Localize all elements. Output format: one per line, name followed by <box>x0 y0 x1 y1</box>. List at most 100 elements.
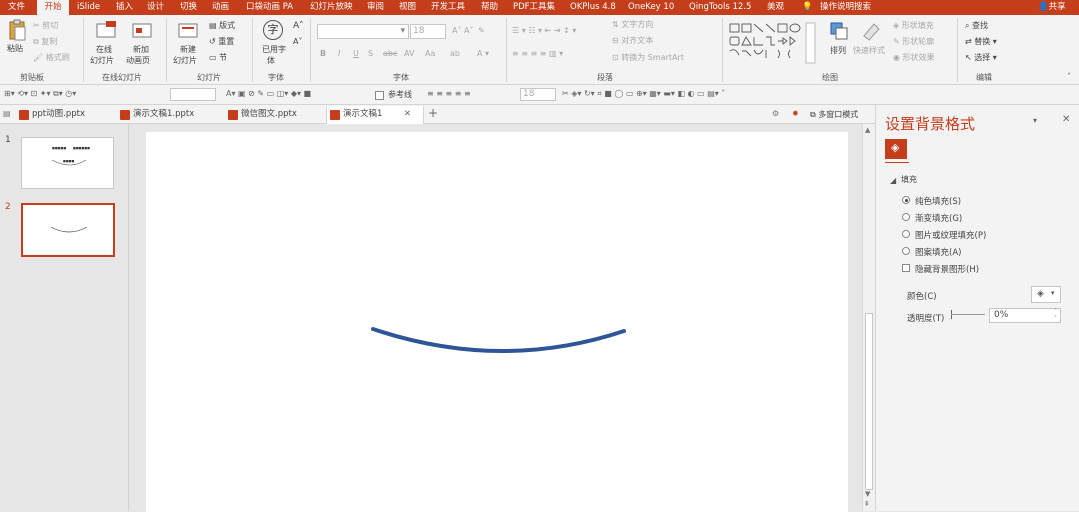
menu-help[interactable]: 帮助 <box>481 0 498 15</box>
replace-button[interactable]: ⇄ 替换 ▾ <box>965 37 997 47</box>
arrange-button[interactable]: 排列 <box>830 46 846 56</box>
menu-onekey[interactable]: OneKey 10 <box>628 0 674 15</box>
change-case-icon[interactable]: Aa <box>425 49 435 59</box>
scrollbar-thumb[interactable] <box>865 313 873 490</box>
hide-background-label[interactable]: 隐藏背景图形(H) <box>915 263 979 275</box>
used-fonts-label[interactable]: 已用字 <box>262 45 286 55</box>
shape-fill-button[interactable]: ◈ 形状填充 <box>893 21 934 31</box>
strikethrough-icon[interactable]: abc <box>383 49 397 59</box>
grow-font-icon[interactable]: A˄ <box>293 21 304 31</box>
font-family-select[interactable]: ▾ <box>317 24 409 39</box>
picture-fill-label[interactable]: 图片或纹理填充(P) <box>915 229 986 241</box>
text-direction-button[interactable]: ⇅ 文字方向 <box>612 20 653 30</box>
menu-file[interactable]: 文件 <box>8 0 25 15</box>
doc-tab[interactable]: 微信图文.pptx <box>225 106 325 124</box>
menu-review[interactable]: 审阅 <box>367 0 384 15</box>
font-color-icon[interactable]: A ▾ <box>477 49 489 59</box>
transparency-slider-track[interactable] <box>951 314 985 315</box>
menu-developer[interactable]: 开发工具 <box>431 0 465 15</box>
used-fonts-label2[interactable]: 体 <box>267 56 275 66</box>
new-slide-label[interactable]: 新建 <box>180 45 196 55</box>
solid-fill-label[interactable]: 纯色填充(S) <box>915 195 961 207</box>
solid-fill-radio[interactable] <box>902 196 910 204</box>
pane-options-chevron-icon[interactable]: ▾ <box>1033 116 1037 126</box>
layout-button[interactable]: ▤ 版式 <box>209 21 235 31</box>
online-slide-label[interactable]: 在线 <box>96 45 112 55</box>
tell-me-search[interactable]: 操作说明搜索 <box>820 0 871 15</box>
menu-view[interactable]: 视图 <box>399 0 416 15</box>
multi-window-button[interactable]: ⧉ 多窗口模式 <box>810 110 858 120</box>
align-toolbar-icons[interactable]: ≡ ≡ ≡ ≡ ≡ <box>427 89 471 99</box>
font-size-select[interactable]: 18 <box>410 24 446 39</box>
close-icon[interactable]: ✕ <box>1062 115 1070 125</box>
scroll-up-icon[interactable]: ▲ <box>865 126 870 134</box>
used-fonts-icon[interactable]: 字 <box>263 20 283 40</box>
shape-outline-button[interactable]: ✎ 形状轮廓 <box>893 37 934 47</box>
slide-thumbnail-2[interactable] <box>21 203 115 257</box>
doc-tab[interactable]: ppt动图.pptx <box>16 106 116 124</box>
font-name-select[interactable] <box>170 88 216 101</box>
paste-button[interactable]: 粘贴 <box>7 44 23 54</box>
menu-design[interactable]: 设计 <box>147 0 164 15</box>
select-button[interactable]: ↖ 选择 ▾ <box>965 53 997 63</box>
new-anim-label[interactable]: 新加 <box>133 45 149 55</box>
color-picker-button[interactable]: ◈ ▾ <box>1031 286 1061 303</box>
doc-tab-active[interactable]: 演示文稿1 ✕ <box>326 106 424 124</box>
scroll-down-icon[interactable]: ▼ <box>865 490 870 498</box>
quick-styles-icon[interactable] <box>861 20 881 42</box>
underline-icon[interactable]: U <box>353 49 359 59</box>
pattern-fill-radio[interactable] <box>902 247 910 255</box>
toolbar-icons-mid[interactable]: A▾ ▣ ⊘ ✎ ▭ ◫▾ ◆▾ ■ <box>226 89 311 99</box>
smartart-button[interactable]: ⊡ 转换为 SmartArt <box>612 53 684 63</box>
picture-fill-radio[interactable] <box>902 230 910 238</box>
menu-meiguan[interactable]: 美观 <box>767 0 784 15</box>
curved-line-shape[interactable] <box>371 327 626 353</box>
quick-styles-button[interactable]: 快速样式 <box>853 46 885 56</box>
format-painter-button[interactable]: 🖌 格式刷 <box>33 53 70 63</box>
menu-pdf-tools[interactable]: PDF工具集 <box>513 0 555 15</box>
new-anim-page-icon[interactable] <box>132 21 152 39</box>
toolbar-icons-left[interactable]: ⊞▾ ⟲▾ ⊡ ✦▾ ⧉▾ ◷▾ <box>4 89 76 99</box>
close-icon[interactable]: ✕ <box>404 106 411 123</box>
new-slide-icon[interactable] <box>178 21 198 39</box>
shapes-gallery[interactable] <box>728 21 820 67</box>
clear-format-icon[interactable]: ✎ <box>478 26 485 36</box>
copy-button[interactable]: ⧉ 复制 <box>33 37 57 47</box>
gradient-fill-label[interactable]: 渐变填充(G) <box>915 212 962 224</box>
online-slide-icon[interactable] <box>96 21 116 39</box>
spinner-icon[interactable]: ˄ ˅ <box>1054 308 1057 322</box>
align-buttons[interactable]: ≡ ≡ ≡ ≡ ▥ ▾ <box>512 49 563 59</box>
find-button[interactable]: ⌕ 查找 <box>965 21 988 31</box>
menu-okplus[interactable]: OKPlus 4.8 <box>570 0 616 15</box>
qat-font-size[interactable]: 18 <box>520 88 556 101</box>
pattern-fill-label[interactable]: 图案填充(A) <box>915 246 961 258</box>
doc-list-icon[interactable]: ▤ <box>3 109 11 119</box>
reset-button[interactable]: ↺ 重置 <box>209 37 234 47</box>
align-text-button[interactable]: ⊟ 对齐文本 <box>612 36 653 46</box>
char-spacing-icon[interactable]: AV <box>404 49 414 59</box>
section-button[interactable]: ▭ 节 <box>209 53 227 63</box>
menu-slideshow[interactable]: 幻灯片放映 <box>310 0 353 15</box>
menu-animations[interactable]: 动画 <box>212 0 229 15</box>
highlight-icon[interactable]: ab <box>450 49 460 59</box>
menu-insert[interactable]: 插入 <box>116 0 133 15</box>
menu-qingtools[interactable]: QingTools 12.5 <box>689 0 751 15</box>
guides-checkbox[interactable] <box>375 91 384 100</box>
new-anim-label2[interactable]: 动画页 <box>126 56 150 66</box>
fill-section-header[interactable]: 填充 <box>901 175 917 185</box>
arrange-icon[interactable] <box>829 21 849 41</box>
doc-tab[interactable]: 演示文稿1.pptx <box>117 106 224 124</box>
new-slide-label2[interactable]: 幻灯片 <box>173 56 197 66</box>
increase-font-icon[interactable]: A˄ A˅ <box>452 26 474 36</box>
new-tab-icon[interactable]: + <box>428 107 438 119</box>
menu-islide[interactable]: iSlide <box>77 0 100 15</box>
online-slide-label2[interactable]: 幻灯片 <box>90 56 114 66</box>
prev-slide-icon[interactable]: ⇞ <box>864 500 870 508</box>
collapse-ribbon-icon[interactable]: ˄ <box>1067 72 1071 82</box>
vertical-scrollbar[interactable]: ▲ ▼ ⇞ <box>862 124 875 511</box>
transparency-input[interactable]: 0% ˄ ˅ <box>989 308 1061 323</box>
gradient-fill-radio[interactable] <box>902 213 910 221</box>
slide-thumbnail-1[interactable]: ■■■■■ ■■■■■■ ■■■■ <box>21 137 114 189</box>
menu-transitions[interactable]: 切换 <box>180 0 197 15</box>
menu-home[interactable]: 开始 <box>37 0 69 15</box>
